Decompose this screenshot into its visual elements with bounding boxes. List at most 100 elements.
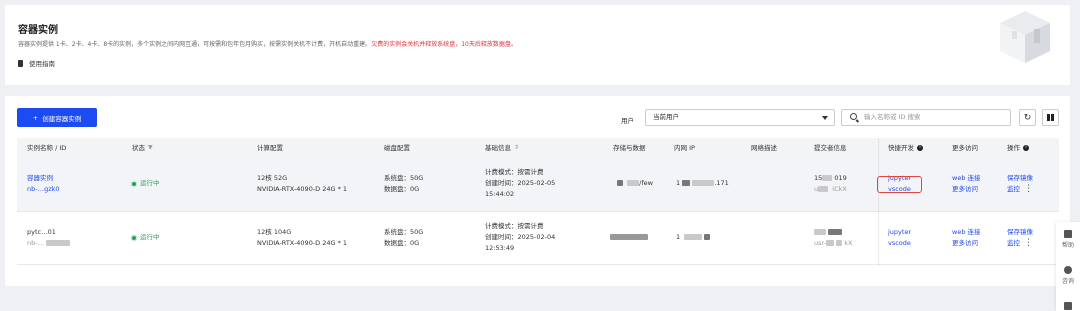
consult-label: 咨询 xyxy=(1061,278,1074,285)
instance-name: pytc…01 xyxy=(27,228,56,236)
create-instance-label: 创建容器实例 xyxy=(42,114,82,123)
table-header: 实例名称 / ID 状态 ▼ 计算配置 磁盘配置 基础信息 ⇕ 存储与数据 内网… xyxy=(17,138,1059,158)
column-submitter: 提交者信息 xyxy=(814,144,847,152)
monitor-link[interactable]: 监控 xyxy=(1007,239,1020,247)
created-date: 创建时间：2025-02-04 xyxy=(485,233,556,241)
chat-icon xyxy=(1064,266,1072,274)
column-settings-icon xyxy=(1047,114,1054,121)
submitter-info: usr- kX xyxy=(814,227,852,249)
book-icon xyxy=(1064,230,1072,238)
create-instance-button[interactable]: + 创建容器实例 xyxy=(17,108,97,127)
user-select-value: 当前用户 xyxy=(653,113,679,121)
submitter-d: kX xyxy=(844,239,853,247)
page-description: 容器实例提供 1卡、2卡、4卡、8卡的实例，多个实例之间内网互通，可按需和包年包… xyxy=(18,39,517,48)
submitter-info: 15 019 u iCkX xyxy=(814,173,847,195)
system-disk: 系统盘：50G xyxy=(384,228,424,236)
header-card: 容器实例 容器实例提供 1卡、2卡、4卡、8卡的实例，多个实例之间内网互通，可按… xyxy=(5,5,1070,85)
internal-ip: 1 .171 xyxy=(676,178,729,189)
warning-text: 欠费的实例会关机并释放系统盘，10天后释放数据盘。 xyxy=(371,41,517,48)
column-ip: 内网 IP xyxy=(674,144,695,152)
info-icon[interactable]: i xyxy=(1023,145,1029,151)
submitter-d: iCkX xyxy=(832,185,847,193)
created-time: 15:44:02 xyxy=(485,190,515,198)
compute-gpu: NVIDIA-RTX-4090-D 24G * 1 xyxy=(257,239,348,247)
search-placeholder: 输入名称或 ID 搜索 xyxy=(864,113,921,121)
column-status[interactable]: 状态 ▼ xyxy=(132,138,153,158)
consult-tool[interactable]: 咨询 xyxy=(1056,266,1080,285)
more-access-link[interactable]: 更多访问 xyxy=(952,238,981,249)
column-name: 实例名称 / ID xyxy=(27,144,67,152)
user-select[interactable]: 当前用户 xyxy=(645,109,835,126)
more-vertical-icon[interactable]: ⋮ xyxy=(1024,184,1033,194)
column-storage: 存储与数据 xyxy=(613,144,646,152)
instance-id: nb-… xyxy=(27,238,71,249)
compute-cpu: 12核 52G xyxy=(257,174,288,182)
sort-icon[interactable]: ⇕ xyxy=(514,138,519,158)
created-time: 12:53:49 xyxy=(485,244,515,252)
save-image-link[interactable]: 保存镜像 xyxy=(1007,173,1033,184)
column-quick-dev-label: 快捷开发 xyxy=(888,144,914,152)
filter-icon[interactable]: ▼ xyxy=(148,138,153,158)
compute-cpu: 12核 104G xyxy=(257,228,292,236)
status-dot-icon xyxy=(132,181,136,186)
storage-path: /few xyxy=(639,179,653,187)
jupyter-highlight-box xyxy=(877,176,922,193)
container-illustration-icon xyxy=(1000,11,1050,63)
refresh-button[interactable]: ↻ xyxy=(1019,109,1036,126)
edit-icon xyxy=(1064,302,1072,310)
instance-name-link[interactable]: 容器实例 xyxy=(27,173,60,184)
ip-suffix: .171 xyxy=(714,179,729,187)
ip-prefix: 1 xyxy=(676,179,681,187)
refresh-icon: ↻ xyxy=(1023,112,1032,123)
status-badge: 运行中 xyxy=(132,178,160,189)
data-disk: 数据盘：0G xyxy=(384,239,420,247)
column-settings-button[interactable] xyxy=(1042,109,1059,126)
status-badge: 运行中 xyxy=(132,232,160,243)
instance-id: nb-…gzk0 xyxy=(27,185,60,193)
system-disk: 系统盘：50G xyxy=(384,174,424,182)
plus-icon: + xyxy=(32,113,39,122)
info-icon[interactable]: i xyxy=(917,145,923,151)
submitter-c: usr- xyxy=(814,239,827,247)
data-disk: 数据盘：0G xyxy=(384,185,420,193)
help-label: 帮助 xyxy=(1061,242,1074,249)
column-actions-label: 操作 xyxy=(1007,144,1020,152)
column-network-desc: 网络描述 xyxy=(751,144,777,152)
internal-ip: 1 xyxy=(676,232,711,243)
web-connect-link[interactable]: web 连接 xyxy=(952,173,981,184)
storage-info: /few xyxy=(617,178,653,189)
submitter-b: 019 xyxy=(834,174,847,182)
column-disk: 磁盘配置 xyxy=(384,144,410,152)
created-date: 创建时间：2025-02-05 xyxy=(485,179,556,187)
column-compute: 计算配置 xyxy=(257,144,283,152)
submitter-a: 15 xyxy=(814,174,823,182)
guide-link[interactable]: 使用指南 xyxy=(18,58,55,68)
column-basic[interactable]: 基础信息 ⇕ xyxy=(485,138,519,158)
save-image-link[interactable]: 保存镜像 xyxy=(1007,227,1033,238)
instance-name-link[interactable]: pytc…01 xyxy=(27,227,70,238)
more-access-link[interactable]: 更多访问 xyxy=(952,184,981,195)
compute-gpu: NVIDIA-RTX-4090-D 24G * 1 xyxy=(257,185,348,193)
column-status-label: 状态 xyxy=(132,144,145,152)
caret-down-icon xyxy=(822,116,828,120)
status-label: 运行中 xyxy=(140,233,160,241)
page-title: 容器实例 xyxy=(18,25,58,36)
status-label: 运行中 xyxy=(140,179,160,187)
feedback-tool[interactable] xyxy=(1056,302,1080,311)
web-connect-link[interactable]: web 连接 xyxy=(952,227,981,238)
monitor-link[interactable]: 监控 xyxy=(1007,185,1020,193)
help-tool[interactable]: 帮助 xyxy=(1056,230,1080,249)
billing-mode: 计费模式：按需计费 xyxy=(485,222,544,230)
instance-id-text: nb-… xyxy=(27,239,45,247)
storage-info xyxy=(610,232,648,243)
fixed-column-shadow xyxy=(878,138,880,266)
jupyter-link[interactable]: jupyter xyxy=(888,227,911,238)
search-icon xyxy=(850,113,857,120)
column-more-access: 更多访问 xyxy=(952,144,978,152)
billing-mode: 计费模式：按需计费 xyxy=(485,168,544,176)
side-toolbar: 帮助 咨询 xyxy=(1056,222,1080,311)
more-vertical-icon[interactable]: ⋮ xyxy=(1024,238,1033,248)
search-input[interactable]: 输入名称或 ID 搜索 xyxy=(841,109,1011,126)
ip-prefix: 1 xyxy=(676,233,681,241)
vscode-link[interactable]: vscode xyxy=(888,238,911,249)
